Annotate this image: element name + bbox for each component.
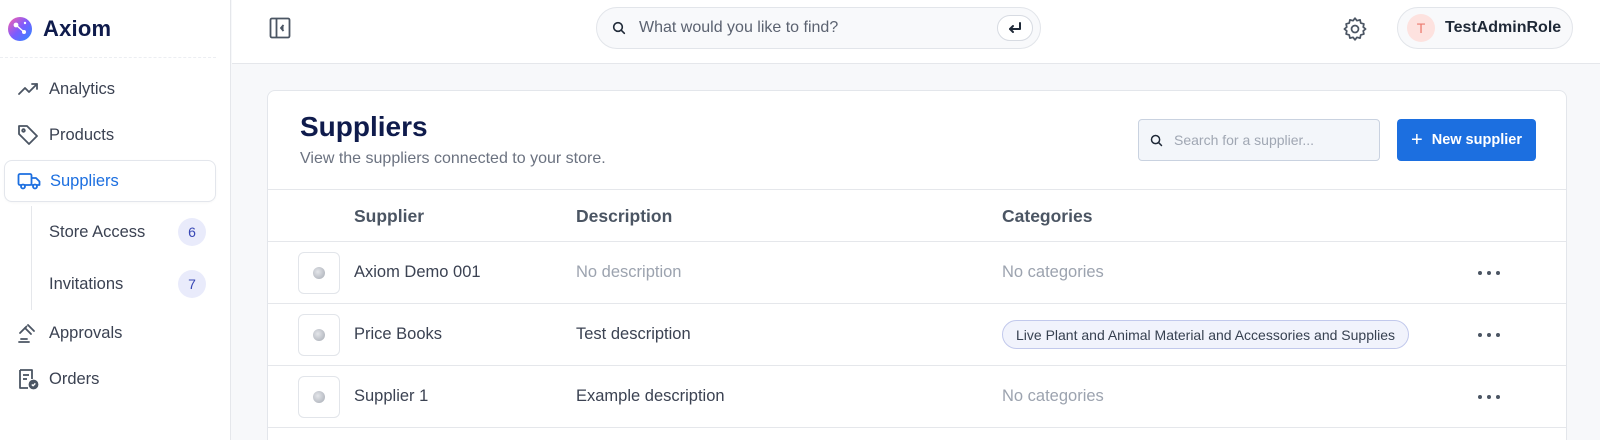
sidebar-item-label: Products (49, 125, 115, 144)
search-icon (1150, 134, 1163, 146)
new-supplier-button[interactable]: + New supplier (1397, 119, 1536, 161)
more-options-icon[interactable] (1478, 326, 1500, 344)
sidebar-item-store-access[interactable]: Store Access 6 (32, 206, 216, 258)
sidebar-item-label: Suppliers (50, 171, 119, 190)
user-menu[interactable]: T TestAdminRole (1397, 7, 1573, 49)
suppliers-table: Supplier Description Categories Axiom De… (268, 189, 1566, 428)
supplier-name[interactable]: Supplier 1 (354, 387, 428, 406)
global-search[interactable] (596, 7, 1041, 49)
sidebar-item-suppliers[interactable]: Suppliers (4, 160, 216, 202)
supplier-description: Example description (576, 387, 725, 405)
supplier-name[interactable]: Price Books (354, 325, 442, 344)
sidebar-nav: Analytics Products Suppliers Store Acces… (0, 58, 230, 400)
sidebar-item-label: Approvals (49, 323, 123, 342)
supplier-search-input[interactable] (1174, 132, 1364, 148)
more-options-icon[interactable] (1478, 264, 1500, 282)
column-header-supplier[interactable]: Supplier (354, 206, 424, 227)
search-icon (612, 21, 626, 35)
sidebar-item-products[interactable]: Products (4, 114, 216, 156)
brand-name: Axiom (43, 15, 112, 41)
supplier-name[interactable]: Axiom Demo 001 (354, 263, 481, 282)
count-badge: 6 (178, 218, 206, 246)
table-row[interactable]: Axiom Demo 001 No description No categor… (268, 242, 1566, 304)
plus-icon: + (1411, 129, 1423, 151)
axiom-logo-icon (8, 16, 32, 41)
table-header: Supplier Description Categories (268, 189, 1566, 242)
receipt-check-icon (19, 369, 39, 390)
table-row[interactable]: Price Books Test description Live Plant … (268, 304, 1566, 366)
sidebar-item-approvals[interactable]: Approvals (4, 312, 216, 354)
placeholder-image-icon (313, 329, 325, 341)
supplier-description: Test description (576, 325, 691, 343)
user-name: TestAdminRole (1445, 19, 1562, 36)
sidebar: Axiom Analytics Products Suppliers Store… (0, 0, 231, 440)
suppliers-subnav: Store Access 6 Invitations 7 (31, 206, 216, 310)
trend-line-icon (18, 83, 38, 95)
supplier-description: No description (576, 263, 682, 281)
supplier-logo (298, 252, 340, 294)
column-header-categories[interactable]: Categories (1002, 206, 1092, 227)
sidebar-item-invitations[interactable]: Invitations 7 (32, 258, 216, 310)
supplier-logo (298, 314, 340, 356)
supplier-categories: No categories (1002, 263, 1104, 281)
truck-icon (17, 173, 41, 190)
page-subtitle: View the suppliers connected to your sto… (300, 150, 606, 167)
new-supplier-label: New supplier (1431, 132, 1522, 148)
count-badge: 7 (178, 270, 206, 298)
sidebar-item-label: Invitations (49, 274, 124, 293)
sidebar-item-label: Orders (49, 369, 100, 388)
avatar: T (1407, 14, 1435, 42)
more-options-icon[interactable] (1478, 388, 1500, 406)
sidebar-item-analytics[interactable]: Analytics (4, 68, 216, 110)
tag-icon (18, 125, 38, 145)
sidebar-item-label: Analytics (49, 79, 116, 98)
global-search-input[interactable] (639, 19, 979, 37)
sidebar-item-orders[interactable]: Orders (4, 358, 216, 400)
category-tag[interactable]: Live Plant and Animal Material and Acces… (1002, 320, 1409, 349)
enter-key-icon[interactable] (997, 15, 1033, 41)
suppliers-card: Suppliers View the suppliers connected t… (267, 90, 1567, 440)
sidebar-toggle-icon[interactable] (268, 16, 292, 40)
supplier-search[interactable] (1138, 119, 1380, 161)
top-bar: T TestAdminRole (232, 0, 1600, 64)
supplier-categories: No categories (1002, 387, 1104, 405)
placeholder-image-icon (313, 391, 325, 403)
placeholder-image-icon (313, 267, 325, 279)
sidebar-item-label: Store Access (49, 222, 146, 241)
page-title: Suppliers (300, 111, 428, 142)
column-header-description[interactable]: Description (576, 206, 672, 227)
supplier-logo (298, 376, 340, 418)
gear-icon[interactable] (1342, 16, 1368, 42)
table-row[interactable]: Supplier 1 Example description No catego… (268, 366, 1566, 428)
brand-logo[interactable]: Axiom (0, 0, 216, 58)
gavel-icon (18, 324, 35, 343)
